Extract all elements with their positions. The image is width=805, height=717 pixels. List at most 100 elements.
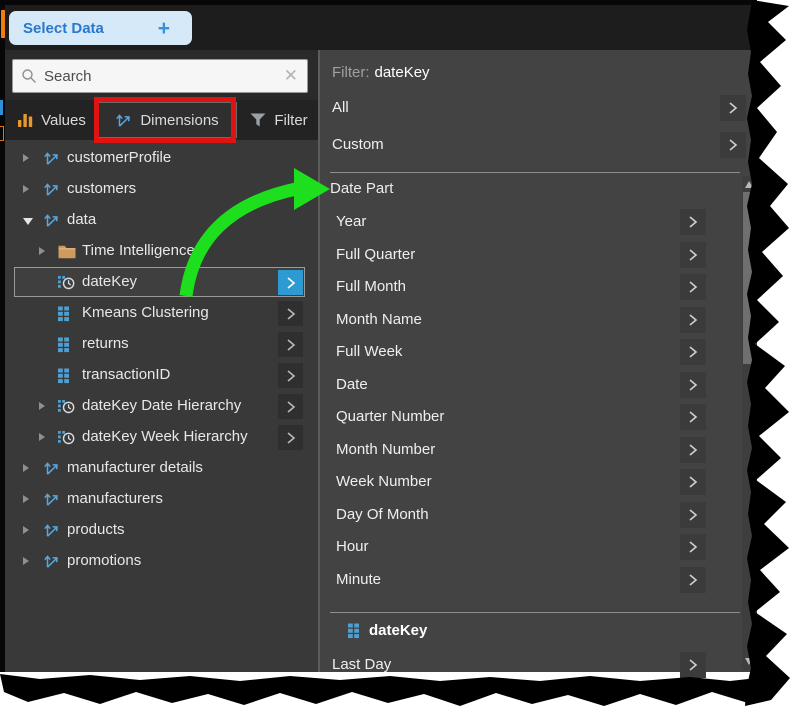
tree-item[interactable]: manufacturers	[5, 484, 318, 515]
scroll-down-icon[interactable]	[745, 658, 753, 665]
date-part-option[interactable]: Month Number	[320, 434, 740, 467]
date-part-label: Year	[336, 213, 367, 230]
date-part-option[interactable]: Year	[320, 206, 740, 239]
tree-item[interactable]: promotions	[5, 546, 318, 577]
field-section-option[interactable]: Last Day	[320, 648, 740, 682]
search-zone: Search ✕	[5, 50, 318, 100]
chevron-right-icon[interactable]	[680, 209, 706, 235]
chevron-right-icon[interactable]	[680, 404, 706, 430]
filter-title-field: dateKey	[374, 64, 430, 81]
tree-item-label: dateKey	[82, 273, 138, 290]
tree-item[interactable]: Kmeans Clustering	[5, 298, 318, 329]
search-placeholder: Search	[44, 67, 92, 85]
dimensions-tree: customerProfile customers data Time Inte…	[5, 143, 318, 672]
filter-top-options: All Custom	[320, 90, 757, 164]
chevron-right-icon[interactable]	[680, 566, 706, 593]
filter-option[interactable]: All	[320, 90, 757, 127]
chevron-right-icon[interactable]	[680, 371, 706, 398]
date-part-option[interactable]: Week Number	[320, 466, 740, 499]
chevron-right-icon[interactable]	[278, 270, 303, 295]
date-part-option[interactable]: Full Week	[320, 336, 740, 369]
caret-icon[interactable]	[23, 557, 33, 567]
tree-item-label: Time Intelligence	[82, 242, 195, 259]
caret-icon[interactable]	[23, 495, 33, 505]
date-part-heading: Date Part	[330, 180, 394, 197]
tree-item[interactable]: customerProfile	[5, 143, 318, 174]
select-data-button[interactable]: Select Data +	[9, 11, 192, 45]
tree-item[interactable]: dateKey	[5, 267, 318, 298]
filter-title-prefix: Filter:	[332, 64, 370, 81]
chevron-right-icon[interactable]	[720, 132, 746, 158]
dimension-table-icon	[43, 491, 60, 507]
date-part-option[interactable]: Minute	[320, 564, 740, 597]
chevron-right-icon[interactable]	[680, 652, 706, 678]
select-data-label: Select Data	[23, 19, 104, 37]
clear-search-icon[interactable]: ✕	[284, 66, 298, 86]
tree-item[interactable]: returns	[5, 329, 318, 360]
date-part-option[interactable]: Month Name	[320, 304, 740, 337]
attribute-grid-icon	[58, 368, 70, 384]
date-part-label: Day Of Month	[336, 505, 429, 523]
tree-item[interactable]: data	[5, 205, 318, 236]
tab[interactable]: Values	[9, 102, 95, 138]
attribute-grid-icon	[348, 623, 360, 639]
scroll-up-icon[interactable]	[745, 181, 753, 188]
scrollbar[interactable]	[742, 176, 757, 670]
date-part-options: Year Full Quarter Full Month Month Name …	[320, 206, 740, 596]
caret-icon[interactable]	[39, 247, 49, 257]
caret-icon[interactable]	[39, 402, 49, 412]
caret-icon[interactable]	[23, 526, 33, 536]
tab[interactable]: Filter	[241, 102, 317, 138]
date-part-option[interactable]: Quarter Number	[320, 401, 740, 434]
chevron-right-icon[interactable]	[680, 306, 706, 333]
tree-item-label: dateKey Date Hierarchy	[82, 397, 242, 414]
chevron-right-icon[interactable]	[680, 339, 706, 365]
chevron-right-icon[interactable]	[680, 469, 706, 495]
folder-icon	[58, 245, 76, 259]
chevron-right-icon[interactable]	[680, 241, 706, 268]
chevron-right-icon[interactable]	[278, 425, 303, 450]
tree-item[interactable]: customers	[5, 174, 318, 205]
caret-icon[interactable]	[23, 154, 33, 164]
caret-icon[interactable]	[23, 464, 33, 474]
chevron-right-icon[interactable]	[278, 301, 303, 326]
date-part-option[interactable]: Date	[320, 369, 740, 402]
tree-item[interactable]: dateKey Week Hierarchy	[5, 422, 318, 453]
chevron-right-icon[interactable]	[278, 363, 303, 388]
plus-icon[interactable]: +	[158, 18, 170, 39]
date-part-label: Full Month	[336, 278, 407, 295]
caret-icon[interactable]	[39, 433, 49, 443]
date-part-option[interactable]: Hour	[320, 531, 740, 564]
chevron-right-icon[interactable]	[680, 501, 706, 528]
chevron-right-icon[interactable]	[680, 436, 706, 463]
chevron-right-icon[interactable]	[278, 394, 303, 419]
caret-icon[interactable]	[23, 216, 33, 226]
caret-icon[interactable]	[23, 185, 33, 195]
date-part-option[interactable]: Full Month	[320, 271, 740, 304]
dimension-table-icon	[43, 181, 60, 197]
field-option-label: Last Day	[332, 656, 392, 673]
search-icon	[21, 68, 37, 84]
dimension-table-icon	[43, 553, 60, 569]
tree-item[interactable]: products	[5, 515, 318, 546]
tree-item[interactable]: manufacturer details	[5, 453, 318, 484]
scrollbar-thumb[interactable]	[743, 192, 756, 364]
filter-option[interactable]: Custom	[320, 127, 757, 164]
date-part-label: Full Week	[336, 343, 403, 360]
tree-item[interactable]: dateKey Date Hierarchy	[5, 391, 318, 422]
chevron-right-icon[interactable]	[680, 274, 706, 300]
date-time-field-icon	[58, 274, 75, 291]
bar-chart-icon	[18, 113, 33, 127]
filter-panel: Filter: dateKey All Custom Date Part Yea…	[320, 50, 757, 678]
date-part-option[interactable]: Day Of Month	[320, 499, 740, 532]
search-input[interactable]: Search ✕	[12, 59, 308, 93]
date-part-option[interactable]: Full Quarter	[320, 239, 740, 272]
chevron-right-icon[interactable]	[680, 534, 706, 560]
tree-item[interactable]: transactionID	[5, 360, 318, 391]
date-part-label: Week Number	[336, 473, 432, 490]
chevron-right-icon[interactable]	[720, 95, 746, 121]
tree-item[interactable]: Time Intelligence	[5, 236, 318, 267]
chevron-right-icon[interactable]	[278, 332, 303, 357]
tree-item-label: customers	[67, 180, 137, 197]
cropped-toolbar-icon	[0, 100, 3, 115]
